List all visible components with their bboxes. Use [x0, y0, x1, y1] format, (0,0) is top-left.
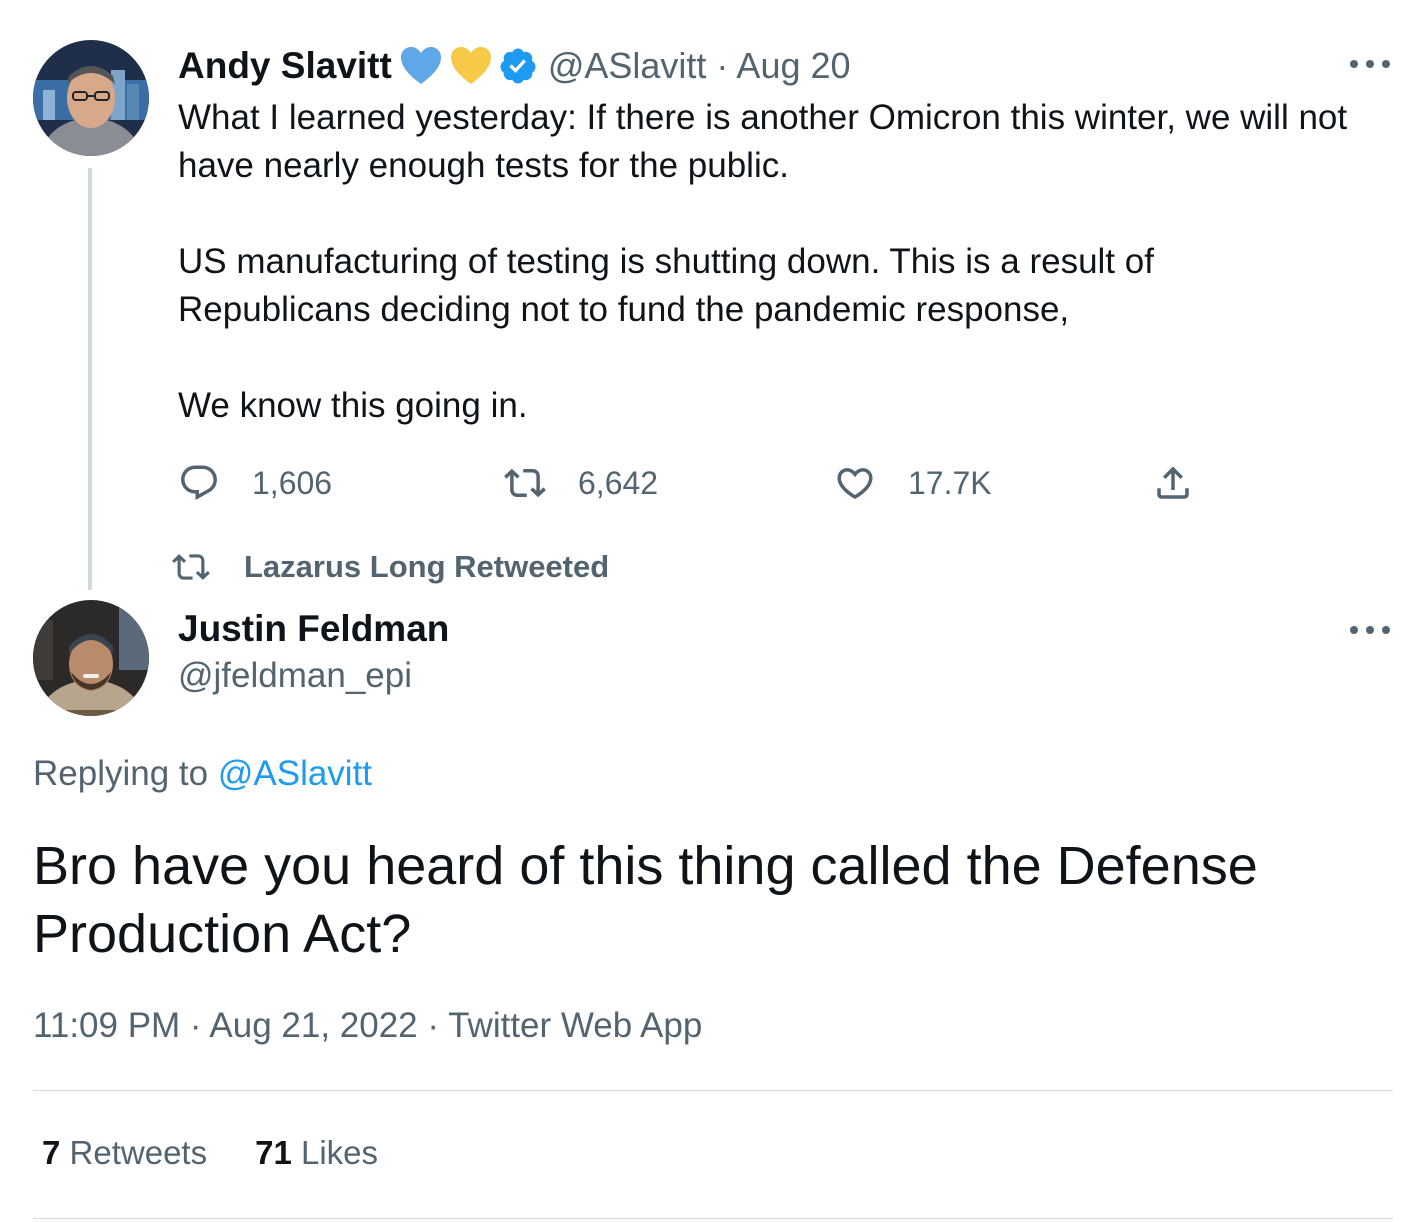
- retweet-small-icon: [172, 554, 210, 580]
- tweet1-paragraph-1: What I learned yesterday: If there is an…: [178, 98, 1348, 185]
- tweet1-author-handle[interactable]: @ASlavitt: [548, 45, 707, 87]
- likes-stat-count: 71: [255, 1134, 292, 1171]
- retweeted-by-text: Lazarus Long Retweeted: [244, 549, 610, 584]
- tweet1-paragraph-3: We know this going in.: [178, 386, 528, 425]
- yellow-heart-icon: [450, 47, 491, 84]
- blue-heart-icon: [400, 47, 441, 84]
- tweet2-text: Bro have you heard of this thing called …: [33, 836, 1258, 964]
- heart-icon: [837, 468, 873, 500]
- likes-stat-label: Likes: [300, 1134, 379, 1171]
- avatar-andy-slavitt[interactable]: [33, 40, 149, 156]
- retweets-stat-count: 7: [42, 1134, 61, 1171]
- reply-count: 1,606: [252, 464, 333, 501]
- retweeted-by-indicator[interactable]: Lazarus Long Retweeted: [172, 548, 609, 586]
- avatar-justin-feldman[interactable]: [33, 600, 149, 716]
- retweet-count: 6,642: [578, 464, 659, 501]
- like-button[interactable]: 17.7K: [834, 462, 992, 504]
- retweets-stat[interactable]: 7 Retweets: [42, 1134, 207, 1172]
- engagement-stats: 7 Retweets 71 Likes: [42, 1134, 378, 1172]
- tweet1-paragraph-2: US manufacturing of testing is shutting …: [178, 242, 1154, 329]
- tweet1-text: What I learned yesterday: If there is an…: [178, 94, 1378, 430]
- share-button[interactable]: [1152, 462, 1194, 504]
- retweet-button[interactable]: 6,642: [504, 462, 658, 504]
- replying-to-line: Replying to @ASlavitt: [33, 754, 372, 794]
- tweet2-author-handle[interactable]: @jfeldman_epi: [178, 656, 412, 696]
- retweets-stat-label: Retweets: [69, 1134, 208, 1171]
- tweet1-date[interactable]: · Aug 20: [716, 45, 850, 87]
- divider-top: [33, 1090, 1393, 1091]
- reply-icon: [181, 465, 217, 500]
- thread-connector-line: [88, 168, 92, 590]
- share-icon: [1157, 466, 1189, 499]
- tweet1-author-name[interactable]: Andy Slavitt: [178, 45, 392, 87]
- tweet1-header: Andy Slavitt @ASlavitt · Aug 20: [178, 42, 851, 90]
- tweet2-timestamp[interactable]: 11:09 PM · Aug 21, 2022 · Twitter Web Ap…: [33, 1006, 702, 1046]
- divider-bottom: [33, 1218, 1393, 1219]
- tweet2-author-name[interactable]: Justin Feldman: [178, 608, 449, 650]
- reply-button[interactable]: 1,606: [178, 462, 332, 504]
- retweet-icon: [504, 468, 546, 498]
- like-count: 17.7K: [908, 464, 992, 501]
- likes-stat[interactable]: 71 Likes: [255, 1134, 378, 1172]
- tweet2-more-options-icon[interactable]: [1350, 620, 1390, 640]
- replying-to-handle-link[interactable]: @ASlavitt: [218, 754, 372, 793]
- tweet1-more-options-icon[interactable]: [1350, 54, 1390, 74]
- verified-badge-icon: [500, 48, 536, 84]
- replying-to-prefix: Replying to: [33, 754, 209, 793]
